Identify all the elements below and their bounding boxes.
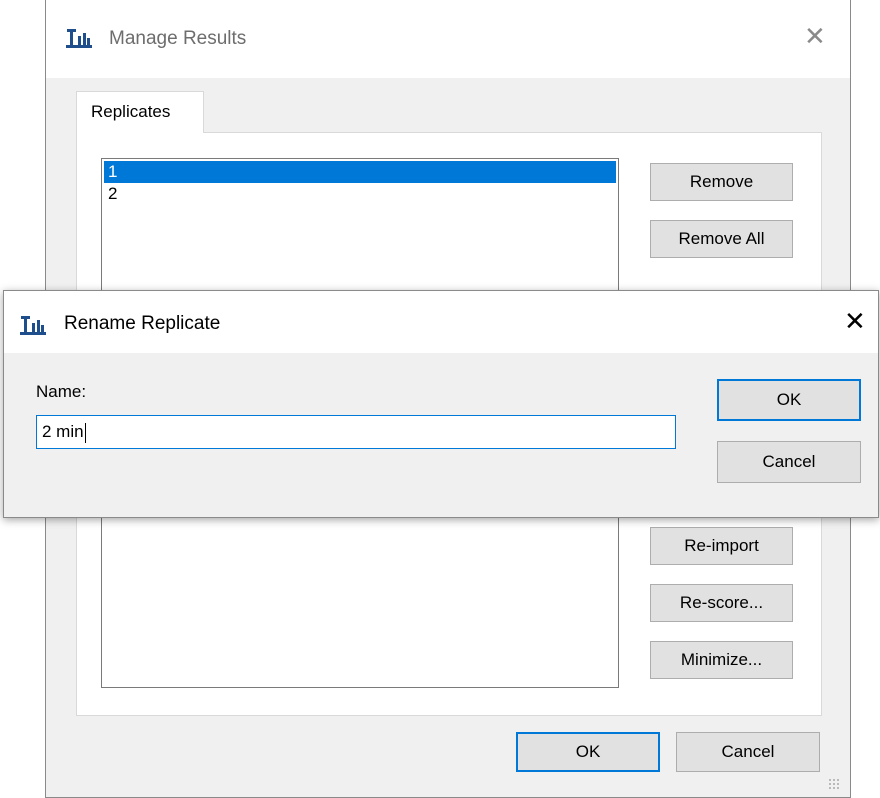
remove-all-button[interactable]: Remove All — [650, 220, 793, 258]
list-item[interactable]: 1 — [104, 161, 616, 183]
app-icon — [66, 29, 92, 48]
name-input[interactable]: 2 min — [36, 415, 676, 449]
manage-results-titlebar: Manage Results ✕ — [46, 0, 850, 78]
cancel-button[interactable]: Cancel — [676, 732, 820, 772]
ok-button[interactable]: OK — [717, 379, 861, 421]
dialog-title: Rename Replicate — [64, 313, 221, 334]
window-title: Manage Results — [109, 28, 247, 49]
minimize-button[interactable]: Minimize... — [650, 641, 793, 679]
rename-replicate-dialog: Rename Replicate ✕ Name: 2 min OK Cancel — [3, 290, 879, 518]
tab-replicates[interactable]: Replicates — [76, 91, 204, 133]
text-cursor — [84, 422, 86, 443]
close-icon[interactable]: ✕ — [804, 24, 826, 50]
ok-button[interactable]: OK — [516, 732, 660, 772]
name-input-value: 2 min — [42, 422, 84, 441]
list-item[interactable]: 2 — [104, 183, 616, 205]
rename-dialog-titlebar: Rename Replicate ✕ — [4, 291, 878, 353]
rescore-button[interactable]: Re-score... — [650, 584, 793, 622]
reimport-button[interactable]: Re-import — [650, 527, 793, 565]
cancel-button[interactable]: Cancel — [717, 441, 861, 483]
remove-button[interactable]: Remove — [650, 163, 793, 201]
app-icon — [20, 316, 46, 335]
tab-replicates-label: Replicates — [91, 102, 171, 121]
close-icon[interactable]: ✕ — [844, 309, 866, 335]
name-label: Name: — [36, 382, 87, 401]
resize-grip-icon[interactable] — [828, 778, 840, 790]
